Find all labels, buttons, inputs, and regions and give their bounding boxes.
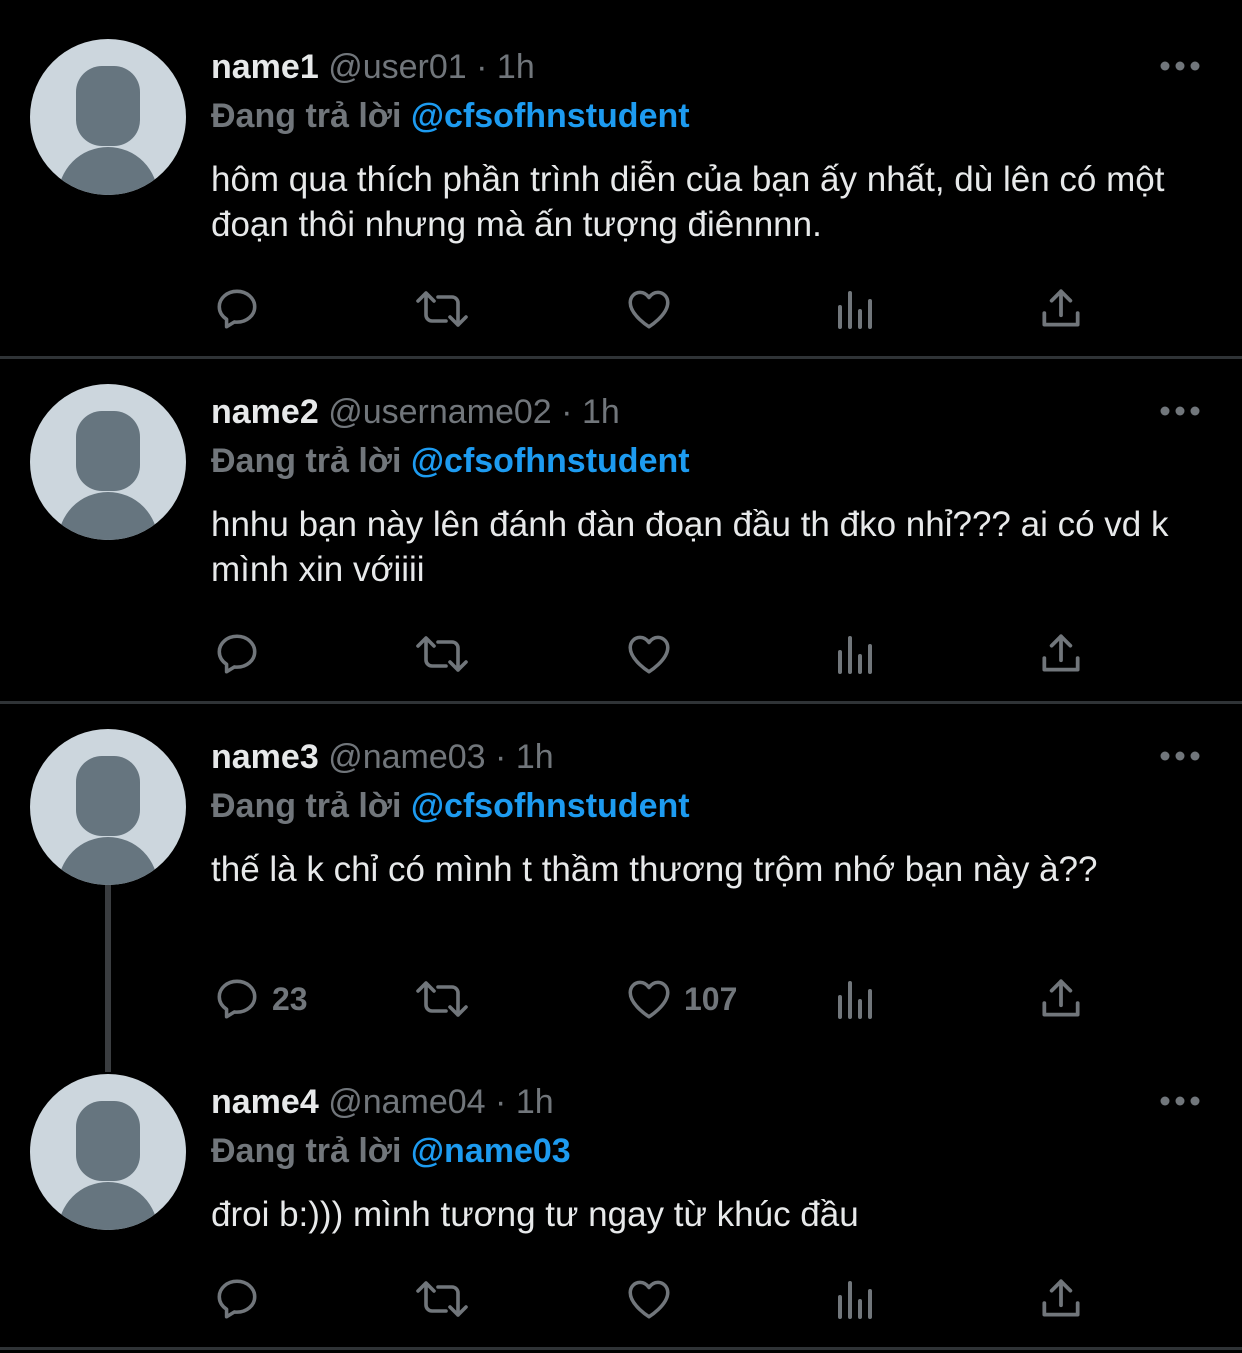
reply-button[interactable]: [212, 1269, 272, 1329]
user-handle[interactable]: @user01: [328, 48, 466, 86]
separator: ·: [495, 738, 507, 776]
user-handle[interactable]: @name04: [328, 1083, 485, 1121]
like-button[interactable]: [624, 624, 684, 684]
reply-icon: [217, 634, 257, 674]
action-bar: [0, 1269, 1242, 1329]
timestamp[interactable]: 1h: [516, 1083, 554, 1121]
heart-icon: [628, 1280, 670, 1319]
share-button[interactable]: [1036, 279, 1086, 339]
user-handle[interactable]: @username02: [328, 393, 552, 431]
tweet-header: name4 @name04 · 1h: [211, 1080, 554, 1124]
analytics-icon: [838, 1281, 872, 1319]
divider: [0, 701, 1242, 704]
retweet-button[interactable]: [414, 969, 470, 1029]
share-button[interactable]: [1036, 1269, 1086, 1329]
tweet-header: name3 @name03 · 1h: [211, 735, 554, 779]
more-options-icon[interactable]: [1158, 56, 1202, 76]
replying-to: Đang trả lời @cfsofhnstudent: [211, 439, 690, 483]
avatar[interactable]: [30, 384, 186, 540]
retweet-button[interactable]: [414, 1269, 470, 1329]
retweet-icon: [416, 1281, 468, 1317]
tweet-header: name2 @username02 · 1h: [211, 390, 620, 434]
action-bar: 23 107: [0, 969, 1242, 1029]
retweet-icon: [416, 636, 468, 672]
display-name[interactable]: name3: [211, 738, 319, 776]
tweet-header: name1 @user01 · 1h: [211, 45, 535, 89]
replying-to-handle[interactable]: @cfsofhnstudent: [411, 787, 690, 825]
like-button[interactable]: [624, 279, 684, 339]
heart-icon: [628, 290, 670, 329]
avatar[interactable]: [30, 729, 186, 885]
like-button[interactable]: 107: [624, 969, 737, 1029]
replying-to-handle[interactable]: @name03: [411, 1132, 571, 1170]
share-icon: [1042, 979, 1080, 1017]
divider: [0, 356, 1242, 359]
reply-button[interactable]: 23: [212, 969, 308, 1029]
retweet-button[interactable]: [414, 279, 470, 339]
replying-to-handle[interactable]: @cfsofhnstudent: [411, 97, 690, 135]
views-button[interactable]: [832, 1269, 880, 1329]
retweet-button[interactable]: [414, 624, 470, 684]
heart-icon: [628, 635, 670, 674]
separator: ·: [476, 48, 488, 86]
avatar[interactable]: [30, 39, 186, 195]
replying-to-label: Đang trả lời: [211, 787, 402, 825]
tweet-text: thế là k chỉ có mình t thầm thương trộm …: [211, 850, 1098, 889]
timestamp[interactable]: 1h: [497, 48, 535, 86]
separator: ·: [495, 1083, 507, 1121]
views-button[interactable]: [832, 624, 880, 684]
analytics-icon: [838, 291, 872, 329]
share-icon: [1042, 634, 1080, 672]
tweet-text: hôm qua thích phần trình diễn của bạn ấy…: [211, 160, 1165, 244]
tweet-text: đroi b:))) mình tương tư ngay từ khúc đầ…: [211, 1195, 859, 1234]
user-handle[interactable]: @name03: [328, 738, 485, 776]
share-button[interactable]: [1036, 624, 1086, 684]
reply-icon: [217, 1279, 257, 1319]
replying-to-label: Đang trả lời: [211, 1132, 402, 1170]
replying-to-handle[interactable]: @cfsofhnstudent: [411, 442, 690, 480]
like-count: 107: [684, 980, 738, 1017]
reply-icon: [217, 289, 257, 329]
reply-count: 23: [272, 980, 308, 1017]
avatar[interactable]: [30, 1074, 186, 1230]
action-bar: [0, 624, 1242, 684]
share-icon: [1042, 1279, 1080, 1317]
views-button[interactable]: [832, 279, 880, 339]
reply-icon: [217, 979, 257, 1019]
tweet-text: hnhu bạn này lên đánh đàn đoạn đầu th đk…: [211, 505, 1169, 589]
more-options-icon[interactable]: [1158, 401, 1202, 421]
analytics-icon: [838, 636, 872, 674]
share-button[interactable]: [1036, 969, 1086, 1029]
display-name[interactable]: name1: [211, 48, 319, 86]
like-button[interactable]: [624, 1269, 684, 1329]
divider: [0, 1347, 1242, 1350]
replying-to: Đang trả lời @cfsofhnstudent: [211, 784, 690, 828]
reply-feed: name1 @user01 · 1h Đang trả lời @cfsofhn…: [0, 0, 1242, 1353]
retweet-icon: [416, 291, 468, 327]
display-name[interactable]: name4: [211, 1083, 319, 1121]
separator: ·: [561, 393, 573, 431]
analytics-icon: [838, 981, 872, 1019]
heart-icon: [628, 980, 670, 1019]
reply-button[interactable]: [212, 279, 272, 339]
replying-to: Đang trả lời @name03: [211, 1129, 571, 1173]
action-bar: [0, 279, 1242, 339]
more-options-icon[interactable]: [1158, 746, 1202, 766]
retweet-icon: [416, 981, 468, 1017]
display-name[interactable]: name2: [211, 393, 319, 431]
more-options-icon[interactable]: [1158, 1091, 1202, 1111]
reply-button[interactable]: [212, 624, 272, 684]
timestamp[interactable]: 1h: [582, 393, 620, 431]
replying-to-label: Đang trả lời: [211, 97, 402, 135]
replying-to: Đang trả lời @cfsofhnstudent: [211, 94, 690, 138]
share-icon: [1042, 289, 1080, 327]
replying-to-label: Đang trả lời: [211, 442, 402, 480]
timestamp[interactable]: 1h: [516, 738, 554, 776]
views-button[interactable]: [832, 969, 880, 1029]
